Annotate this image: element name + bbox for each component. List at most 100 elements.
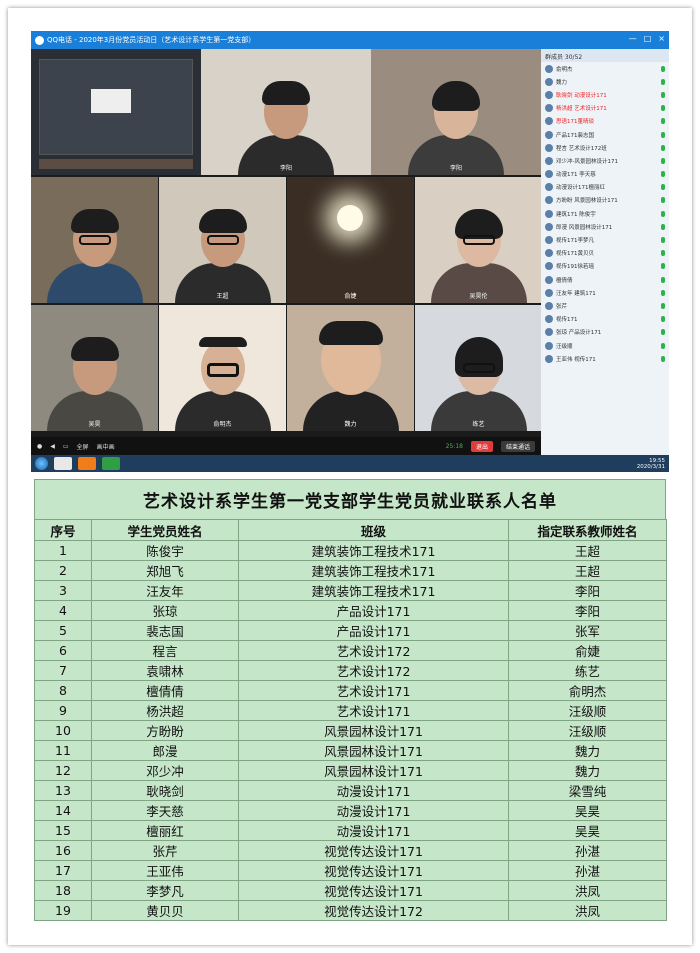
- cell-teacher-name: 练艺: [508, 660, 667, 681]
- maximize-button[interactable]: □: [644, 34, 652, 43]
- avatar: [545, 196, 553, 205]
- cell-class: 产品设计171: [238, 620, 509, 641]
- qq-logo-icon: [35, 35, 44, 45]
- cell-teacher-name: 李阳: [508, 580, 667, 601]
- member-list-item[interactable]: 视传171李梦凡: [541, 233, 669, 246]
- video-tile[interactable]: 俞婕: [287, 177, 414, 303]
- cell-teacher-name: 俞明杰: [508, 680, 667, 701]
- member-list-item[interactable]: 视传171黄贝贝: [541, 247, 669, 260]
- cell-teacher-name: 汪级顺: [508, 700, 667, 721]
- video-tile-screen-share[interactable]: [31, 49, 201, 175]
- excel-icon[interactable]: [102, 457, 120, 470]
- member-list-item[interactable]: 杨洪超 艺术设计171: [541, 102, 669, 115]
- microphone-icon[interactable]: ●: [37, 443, 42, 450]
- exit-button[interactable]: 退出: [470, 440, 493, 452]
- video-tile[interactable]: 魏力: [287, 305, 414, 431]
- video-tile[interactable]: 吴昊伦: [415, 177, 542, 303]
- qq-video-call-window: QQ电话 - 2020年3月份党员活动日（艺术设计系学生第一党支部） — □ ×…: [31, 31, 669, 472]
- cell-class: 风景园林设计171: [238, 760, 509, 781]
- fullscreen-button[interactable]: 全屏: [77, 442, 89, 451]
- member-count: 群成员 30/52: [541, 49, 669, 62]
- mic-status-icon: [661, 78, 665, 85]
- member-name: 视传171: [556, 317, 578, 324]
- cell-student-name: 汪友年: [91, 580, 239, 601]
- member-list-item[interactable]: 产品171裴志国: [541, 128, 669, 141]
- cell-student-name: 裴志国: [91, 620, 239, 641]
- member-list-item[interactable]: 程言 艺术设计172班: [541, 141, 669, 154]
- video-tile[interactable]: 吴昊: [31, 305, 158, 431]
- cell-student-name: 邓少冲: [91, 760, 239, 781]
- member-list-item[interactable]: 檀倩倩: [541, 273, 669, 286]
- participant-name: 王超: [216, 293, 229, 300]
- member-list-item[interactable]: 动漫设计171檀丽红: [541, 181, 669, 194]
- member-name: 视传171李梦凡: [556, 238, 594, 245]
- cell-class: 艺术设计172: [238, 660, 509, 681]
- member-list-item[interactable]: 耿晓剑 动漫设计171: [541, 88, 669, 101]
- member-list-item[interactable]: 视传191徐若瑶: [541, 260, 669, 273]
- end-call-button[interactable]: 结束通话: [500, 440, 535, 452]
- participant-name: 李阳: [279, 165, 293, 172]
- cell-teacher-name: 孙湛: [508, 860, 667, 881]
- video-tile[interactable]: 李阳: [201, 49, 371, 175]
- table-row: 15 檀丽红 动漫设计171 吴昊: [34, 820, 667, 841]
- qq-app-icon[interactable]: [78, 457, 96, 470]
- close-button[interactable]: ×: [658, 34, 665, 43]
- member-list-item[interactable]: 汪友年 建筑171: [541, 286, 669, 299]
- video-tile[interactable]: 俞明杰: [159, 305, 286, 431]
- member-list-item[interactable]: 魏力: [541, 75, 669, 88]
- start-icon[interactable]: [35, 457, 48, 470]
- minimize-button[interactable]: —: [629, 34, 637, 43]
- cell-teacher-name: 王超: [508, 560, 667, 581]
- explorer-icon[interactable]: [54, 457, 72, 470]
- member-list-item[interactable]: 邓少冲-风景园林设计171: [541, 154, 669, 167]
- avatar: [545, 341, 553, 350]
- mic-status-icon: [661, 105, 665, 112]
- cell-student-name: 王亚伟: [91, 860, 239, 881]
- member-list-item[interactable]: 视传171: [541, 313, 669, 326]
- avatar: [545, 156, 553, 165]
- member-list-item[interactable]: 动漫171 李天慈: [541, 168, 669, 181]
- avatar: [545, 249, 553, 258]
- cell-class: 视觉传达设计171: [238, 880, 509, 901]
- call-controlbar: ● ◀ ▭ 全屏 画中画 25:18 退出 结束通话: [31, 437, 541, 455]
- participant-name: 魏力: [344, 421, 357, 428]
- member-name: 张芹: [556, 303, 568, 310]
- member-list-item[interactable]: 王亚伟 视传171: [541, 352, 669, 365]
- cell-student-name: 方盼盼: [91, 720, 239, 741]
- video-tile[interactable]: 李阳: [371, 49, 541, 175]
- cell-teacher-name: 吴昊: [508, 820, 667, 841]
- camera-icon[interactable]: ▭: [63, 443, 69, 450]
- cell-class: 动漫设计171: [238, 800, 509, 821]
- video-tile[interactable]: 王超: [159, 177, 286, 303]
- participant-name: 练艺: [472, 421, 485, 428]
- member-list-item[interactable]: 张琼 产品设计171: [541, 326, 669, 339]
- table-row: 7 袁啸林 艺术设计172 练艺: [34, 660, 667, 681]
- pip-button[interactable]: 画中画: [97, 442, 115, 451]
- mic-status-icon: [661, 65, 665, 72]
- system-clock: 19:55 2020/3/31: [637, 458, 665, 470]
- member-name: 汪友年 建筑171: [556, 290, 596, 297]
- avatar: [545, 209, 553, 218]
- mic-status-icon: [661, 184, 665, 191]
- member-list-item[interactable]: 俞明杰: [541, 62, 669, 75]
- member-list-item[interactable]: 郎漫 风景园林设计171: [541, 220, 669, 233]
- video-tile[interactable]: 练艺: [415, 305, 542, 431]
- member-name: 杨洪超 艺术设计171: [556, 106, 607, 113]
- member-name: 思语171董晴琰: [556, 119, 594, 126]
- mic-status-icon: [661, 210, 665, 217]
- member-list-item[interactable]: 方盼盼 风景园林设计171: [541, 194, 669, 207]
- member-list-item[interactable]: 张芹: [541, 299, 669, 312]
- member-list-item[interactable]: 汪级顺: [541, 339, 669, 352]
- speaker-icon[interactable]: ◀: [50, 443, 55, 450]
- mic-status-icon: [661, 144, 665, 151]
- cell-index: 6: [34, 640, 92, 661]
- member-list-item[interactable]: 建筑171 陈俊宇: [541, 207, 669, 220]
- member-list-item[interactable]: 思语171董晴琰: [541, 115, 669, 128]
- member-name: 张琼 产品设计171: [556, 330, 602, 337]
- table-row: 16 张芹 视觉传达设计171 孙湛: [34, 840, 667, 861]
- video-tile[interactable]: [31, 177, 158, 303]
- cell-student-name: 陈俊宇: [91, 540, 239, 561]
- avatar: [545, 315, 553, 324]
- window-title: QQ电话 - 2020年3月份党员活动日（艺术设计系学生第一党支部）: [47, 36, 256, 44]
- member-name: 王亚伟 视传171: [556, 356, 596, 363]
